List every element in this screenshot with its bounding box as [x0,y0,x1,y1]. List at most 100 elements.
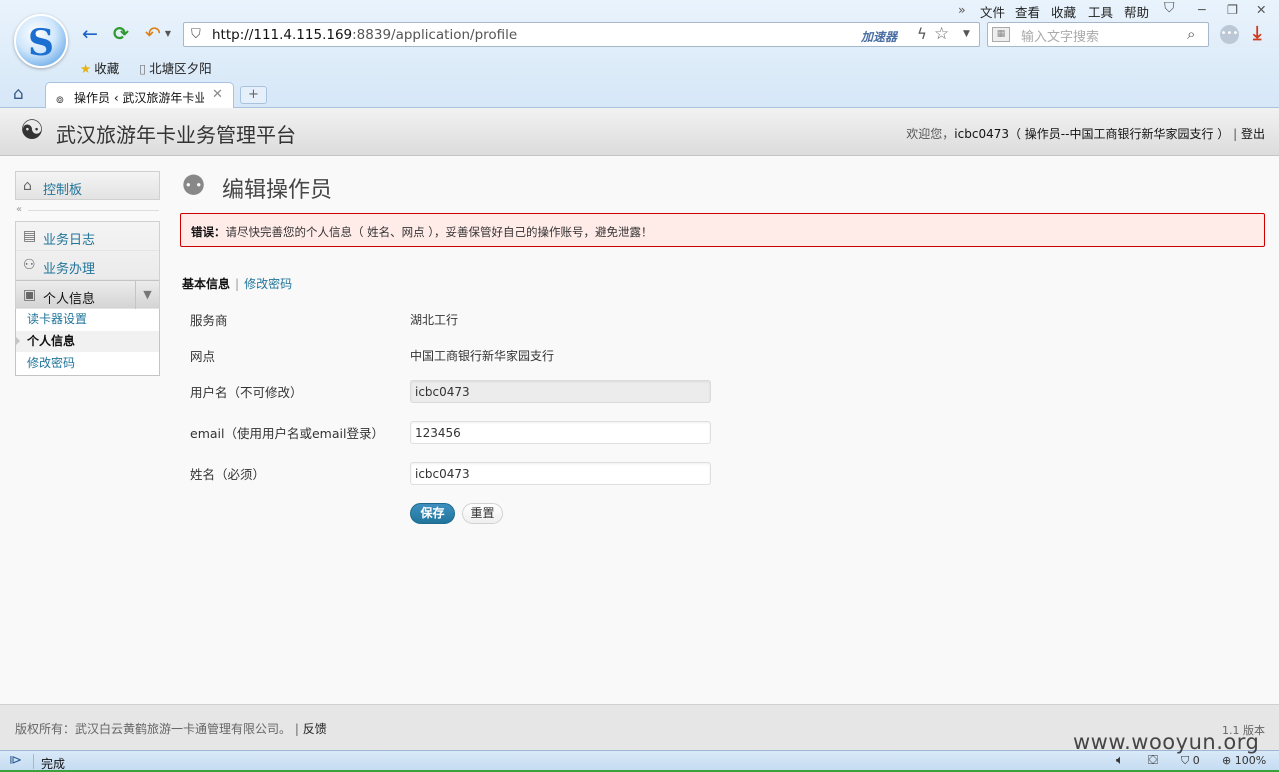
menu-help[interactable]: 帮助 [1124,2,1149,21]
sound-icon[interactable]: 🔈︎ [1116,753,1124,768]
service-provider-value: 湖北工行 [410,313,459,327]
copyright-text: 版权所有：武汉白云黄鹤旅游一卡通管理有限公司。 | [15,722,299,736]
home-icon: ⌂ [23,178,32,194]
network-icon[interactable]: ⛋ [1148,753,1158,768]
new-tab-button[interactable]: + [240,86,267,104]
submenu-item-label: 个人信息 [27,334,76,348]
sidebar-item-label: 控制板 [43,183,83,198]
refresh-button[interactable]: ⟳ [109,22,133,46]
page-title: 编辑操作员 [222,178,333,203]
subnav-basic-info: 基本信息 [182,277,231,291]
menu-favorites[interactable]: 收藏 [1051,2,1076,21]
users-icon: ⚉ [181,169,207,202]
address-bar[interactable]: ⛉ http://111.4.115.169:8839/application/… [183,22,980,47]
subnav-separator: | [235,277,240,291]
subnav-change-password[interactable]: 修改密码 [244,277,292,291]
menu-view[interactable]: 查看 [1015,2,1040,21]
tab-close-icon[interactable]: ✕ [212,87,223,102]
sidebar-group: ▤ 业务日志 ⚇ 业务办理 ▣ 个人信息 ▼ [15,221,160,310]
undo-dropdown-icon[interactable]: ▼ [163,22,173,46]
zoom-level: 100% [1234,754,1267,767]
menu-file[interactable]: 文件 [980,2,1005,21]
restore-icon[interactable]: ❐ [1227,2,1238,17]
bookmarks-bar: ★ 收藏 ▯ 北塘区夕阳 [80,58,228,77]
site-title: 武汉旅游年卡业务管理平台 [56,123,296,147]
minimize-icon[interactable]: ─ [1198,2,1206,17]
tab-title[interactable]: 操作员 ‹ 武汉旅游年卡业 [74,89,204,106]
page-icon: ▯ [139,61,147,76]
feedback-link[interactable]: 反馈 [303,722,327,736]
browser-tab[interactable]: ๏ 操作员 ‹ 武汉旅游年卡业 ✕ [45,82,234,108]
address-dropdown-icon[interactable]: ▼ [963,29,970,39]
service-provider-label: 服务商 [190,313,228,328]
shield-icon: ⛉ [191,27,201,42]
sidebar-item-business-log[interactable]: ▤ 业务日志 [16,222,159,251]
search-box[interactable]: ▦ 输入文字搜索 ⌕ [987,22,1209,47]
search-engine-icon[interactable]: ▦ [992,27,1010,42]
submenu-toggle-icon[interactable]: ▼ [135,281,159,309]
sync-icon[interactable]: ••• [1220,25,1239,44]
profile-subnav: 基本信息 | 修改密码 [182,275,292,292]
menu-tools[interactable]: 工具 [1088,2,1113,21]
close-icon[interactable]: ✕ [1256,2,1266,17]
zoom-control[interactable]: ⊕ 100% [1222,754,1266,767]
sidebar-dashboard: ⌂ 控制板 [15,171,160,200]
footer-copyright: 版权所有：武汉白云黄鹤旅游一卡通管理有限公司。 | 反馈 [15,720,327,737]
error-notice: 错误：请尽快完善您的个人信息（ 姓名、网点 ），妥善保管好自己的操作账号，避免泄… [180,213,1265,247]
sidebar-divider [28,210,159,211]
browser-chrome: S ← ⟳ ↶ ▼ ⛉ http://111.4.115.169:8839/ap… [0,0,1279,108]
bookmark-item[interactable]: ▯ 北塘区夕阳 [139,58,211,77]
lightning-icon[interactable]: ϟ [917,25,927,43]
adblock-count: 0 [1192,754,1200,767]
username-label: 用户名（不可修改） [190,385,303,400]
error-message: 请尽快完善您的个人信息（ 姓名、网点 ），妥善保管好自己的操作账号，避免泄露！ [225,225,653,239]
collapse-menu-icon[interactable]: « [16,204,22,215]
search-placeholder[interactable]: 输入文字搜索 [1021,26,1099,45]
site-favicon-icon: ๏ [56,92,64,107]
username-link[interactable]: icbc0473 [954,127,1009,141]
user-info: 欢迎您，icbc0473（ 操作员--中国工商银行新华家园支行 ） | 登出 [906,125,1265,142]
browser-logo: S [14,14,68,68]
welcome-text: 欢迎您， [906,127,955,141]
address-url[interactable]: http://111.4.115.169:8839/application/pr… [212,27,517,43]
submenu-item-change-password[interactable]: 修改密码 [16,353,159,374]
profile-icon: ▣ [23,287,37,303]
sidebar-item-label: 业务日志 [43,233,96,248]
more-menu-icon[interactable]: » [958,2,966,17]
sidebar-item-label: 个人信息 [43,292,96,307]
email-field[interactable] [410,421,711,444]
save-button[interactable]: 保存 [410,503,455,524]
search-icon[interactable]: ⌕ [1187,25,1195,43]
statusbar-divider [33,754,34,769]
error-text: 错误：请尽快完善您的个人信息（ 姓名、网点 ），妥善保管好自己的操作账号，避免泄… [191,224,653,240]
bookmark-star-icon[interactable]: ☆ [934,24,949,44]
sidebar-item-dashboard[interactable]: ⌂ 控制板 [16,172,159,201]
email-label: email（使用用户名或email登录） [190,426,384,441]
undo-close-tab-button[interactable]: ↶ [141,22,165,46]
home-icon[interactable]: ⌂ [13,84,24,104]
site-header: ☯ 武汉旅游年卡业务管理平台 欢迎您，icbc0473（ 操作员--中国工商银行… [0,108,1279,156]
sidebar-toggle-icon[interactable]: ⧐ [9,753,22,768]
submenu-item-card-reader[interactable]: 读卡器设置 [16,309,159,330]
users-icon: ⚇ [23,257,36,273]
branch-label: 网点 [190,349,216,364]
reset-button[interactable]: 重置 [462,503,503,524]
download-icon[interactable]: ⤓ [1253,22,1261,44]
submenu-item-personal-info[interactable]: 个人信息 [15,331,159,352]
bookmark-favorites[interactable]: ★ 收藏 [80,58,119,77]
header-separator: | [1233,127,1238,141]
sidebar-item-business-handle[interactable]: ⚇ 业务办理 [16,251,159,280]
sidebar-item-personal-info[interactable]: ▣ 个人信息 ▼ [16,280,159,309]
back-button[interactable]: ← [78,22,102,46]
username-field [410,380,711,403]
skin-icon[interactable]: ⛉ [1164,0,1175,16]
sidebar-item-label: 业务办理 [43,262,96,277]
site-logo-icon: ☯ [19,115,45,146]
name-field[interactable] [410,462,711,485]
adblock-counter[interactable]: ⛉ 0 [1181,754,1200,768]
role-info: （ 操作员--中国工商银行新华家园支行 ） [1008,127,1230,141]
current-pointer-icon [15,336,20,346]
name-label: 姓名（必须） [190,467,266,482]
accelerator-button[interactable]: 加速器 [861,28,897,45]
logout-link[interactable]: 登出 [1241,127,1265,141]
